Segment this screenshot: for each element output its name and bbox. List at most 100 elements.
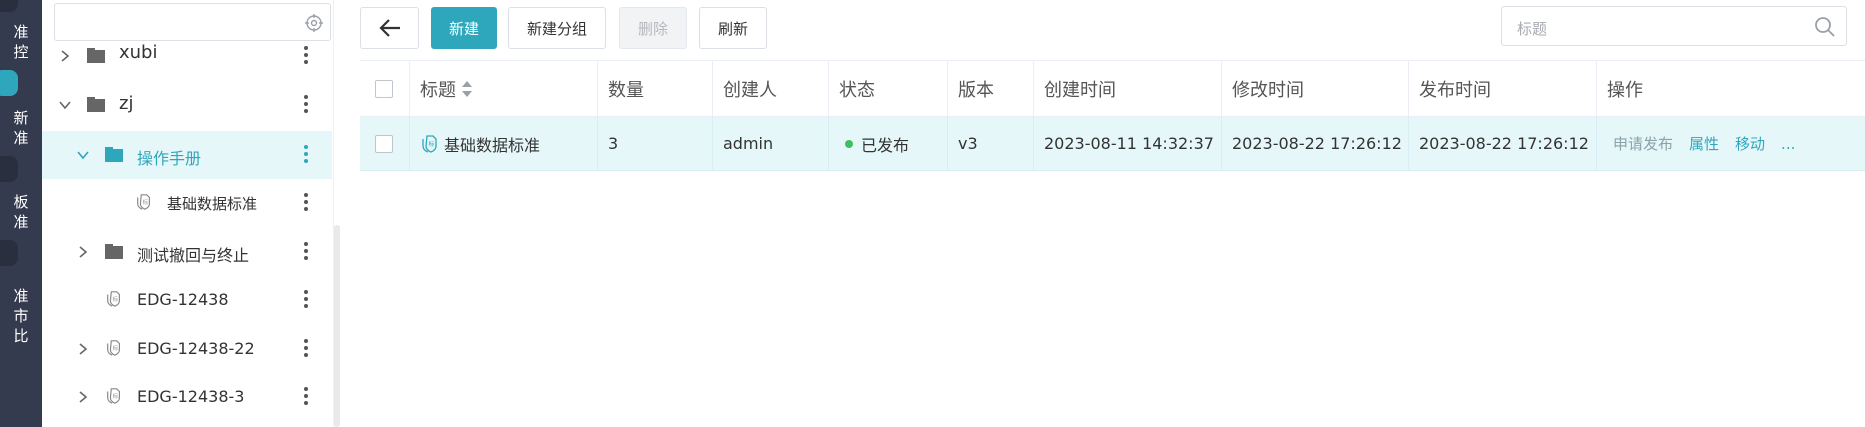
- standard-icon: 标: [137, 194, 150, 210]
- arrow-left-icon: [378, 19, 400, 37]
- header-published: 发布时间: [1409, 61, 1597, 116]
- row-actions: 申请发布 属性 移动 ...: [1597, 117, 1865, 170]
- svg-text:标: 标: [113, 295, 119, 303]
- more-icon[interactable]: [304, 242, 308, 262]
- row-title-link[interactable]: 基础数据标准: [444, 132, 540, 156]
- header-version: 版本: [948, 61, 1034, 116]
- nav-icon[interactable]: [0, 0, 18, 12]
- table-header: 标题 数量 创建人 状态 版本 创建时间 修改时间 发布时间 操作: [360, 60, 1865, 117]
- chevron-right-icon[interactable]: [76, 342, 90, 356]
- tree-node-label: EDG-12438-3: [137, 387, 245, 406]
- tree-node-zj[interactable]: zj: [42, 81, 332, 129]
- new-group-button[interactable]: 新建分组: [508, 7, 606, 49]
- header-modified: 修改时间: [1222, 61, 1409, 116]
- svg-text:标: 标: [143, 198, 149, 206]
- svg-text:标: 标: [113, 392, 119, 400]
- search-icon[interactable]: [1814, 16, 1836, 38]
- nav-rail: 准 控 新 准 板 准 准 市 比: [0, 0, 42, 427]
- more-icon[interactable]: [304, 46, 308, 66]
- search-placeholder: 标题: [1517, 20, 1548, 38]
- sort-icon[interactable]: [462, 80, 472, 97]
- header-title[interactable]: 标题: [410, 61, 598, 116]
- chevron-down-icon[interactable]: [76, 148, 90, 162]
- tree-node-label: 测试撤回与终止: [137, 246, 250, 265]
- nav-item-4[interactable]: 准 市 比: [0, 286, 42, 346]
- nav-item-2[interactable]: 新 准: [0, 108, 42, 148]
- refresh-button[interactable]: 刷新: [699, 7, 767, 49]
- tree-node-label: 操作手册: [137, 149, 202, 168]
- header-created: 创建时间: [1034, 61, 1222, 116]
- back-button[interactable]: [360, 7, 419, 49]
- tree-node-edg-12438-22[interactable]: 标 EDG-12438-22: [42, 325, 332, 373]
- app: 准 控 新 准 板 准 准 市 比 xubi zj 操作手册 标 基础数据标准 …: [0, 0, 1865, 427]
- nav-icon[interactable]: [0, 240, 18, 266]
- locate-icon[interactable]: [305, 14, 323, 32]
- row-select-cell: [360, 117, 410, 170]
- row-title[interactable]: 标 基础数据标准: [410, 117, 598, 170]
- svg-text:标: 标: [429, 140, 435, 148]
- nav-item-3[interactable]: 板 准: [0, 192, 42, 232]
- apply-publish-link[interactable]: 申请发布: [1613, 133, 1673, 154]
- header-count: 数量: [598, 61, 713, 116]
- folder-icon: [105, 244, 123, 259]
- delete-button[interactable]: 删除: [619, 7, 687, 49]
- row-creator: admin: [713, 117, 829, 170]
- properties-link[interactable]: 属性: [1689, 133, 1719, 154]
- chevron-down-icon[interactable]: [58, 98, 72, 112]
- standard-icon: 标: [107, 340, 120, 356]
- folder-icon: [87, 48, 105, 63]
- tree-node-label: xubi: [119, 42, 158, 63]
- table-row[interactable]: 标 基础数据标准 3 admin 已发布 v3 2023-08-11 14:32…: [360, 117, 1865, 171]
- nav-item-1-label: 准 控: [13, 23, 29, 61]
- row-modified: 2023-08-22 17:26:12: [1222, 117, 1409, 170]
- header-creator: 创建人: [713, 61, 829, 116]
- more-icon[interactable]: [304, 145, 308, 165]
- select-all-checkbox[interactable]: [375, 79, 393, 98]
- tree-node-xubi[interactable]: xubi: [42, 32, 332, 80]
- tree-node-label: EDG-12438: [137, 290, 229, 309]
- nav-icon-active[interactable]: [0, 70, 18, 96]
- row-count: 3: [598, 117, 713, 170]
- header-actions: 操作: [1607, 79, 1643, 101]
- nav-item-3-label: 板 准: [13, 193, 29, 231]
- chevron-right-icon[interactable]: [76, 390, 90, 404]
- tree-node-edg-12438[interactable]: 标 EDG-12438: [42, 276, 332, 324]
- row-checkbox[interactable]: [375, 134, 393, 153]
- status-label: 已发布: [861, 135, 910, 155]
- standard-icon: 标: [107, 291, 120, 307]
- nav-icon[interactable]: [0, 156, 18, 182]
- standard-icon: 标: [107, 388, 120, 404]
- more-icon[interactable]: [304, 387, 308, 407]
- folder-open-icon: [105, 147, 123, 162]
- title-search-input[interactable]: 标题: [1501, 6, 1847, 46]
- nav-item-1[interactable]: 准 控: [0, 22, 42, 62]
- more-icon[interactable]: [304, 193, 308, 213]
- nav-item-2-label: 新 准: [13, 109, 29, 147]
- chevron-right-icon[interactable]: [76, 245, 90, 259]
- more-icon[interactable]: [304, 339, 308, 359]
- nav-item-4-label: 准 市 比: [13, 287, 29, 345]
- more-icon[interactable]: [304, 290, 308, 310]
- tree-node-test-withdraw[interactable]: 测试撤回与终止: [42, 228, 332, 276]
- main-content: 新建 新建分组 删除 刷新 标题 标题 数量 创建人 状态 版本 创建时间 修改…: [344, 0, 1865, 427]
- row-status: 已发布: [829, 117, 948, 170]
- tree-node-label: EDG-12438-22: [137, 339, 255, 358]
- standard-icon: 标: [422, 134, 437, 153]
- new-button[interactable]: 新建: [431, 7, 497, 49]
- tree-node-edg-12438-3[interactable]: 标 EDG-12438-3: [42, 373, 332, 421]
- folder-icon: [87, 97, 105, 112]
- tree-scrollbar[interactable]: [334, 225, 340, 427]
- move-link[interactable]: 移动: [1735, 133, 1765, 154]
- tree-node-operation-manual[interactable]: 操作手册: [42, 131, 332, 179]
- row-created: 2023-08-11 14:32:37: [1034, 117, 1222, 170]
- more-actions-link[interactable]: ...: [1781, 135, 1795, 153]
- row-version: v3: [948, 117, 1034, 170]
- more-icon[interactable]: [304, 95, 308, 115]
- tree-node-basic-data-standard[interactable]: 标 基础数据标准: [42, 179, 332, 227]
- status-dot-icon: [845, 139, 853, 148]
- header-status: 状态: [829, 61, 948, 116]
- tree-node-label: zj: [119, 93, 134, 114]
- svg-text:标: 标: [113, 344, 119, 352]
- row-published: 2023-08-22 17:26:12: [1409, 117, 1597, 170]
- chevron-right-icon[interactable]: [58, 49, 72, 63]
